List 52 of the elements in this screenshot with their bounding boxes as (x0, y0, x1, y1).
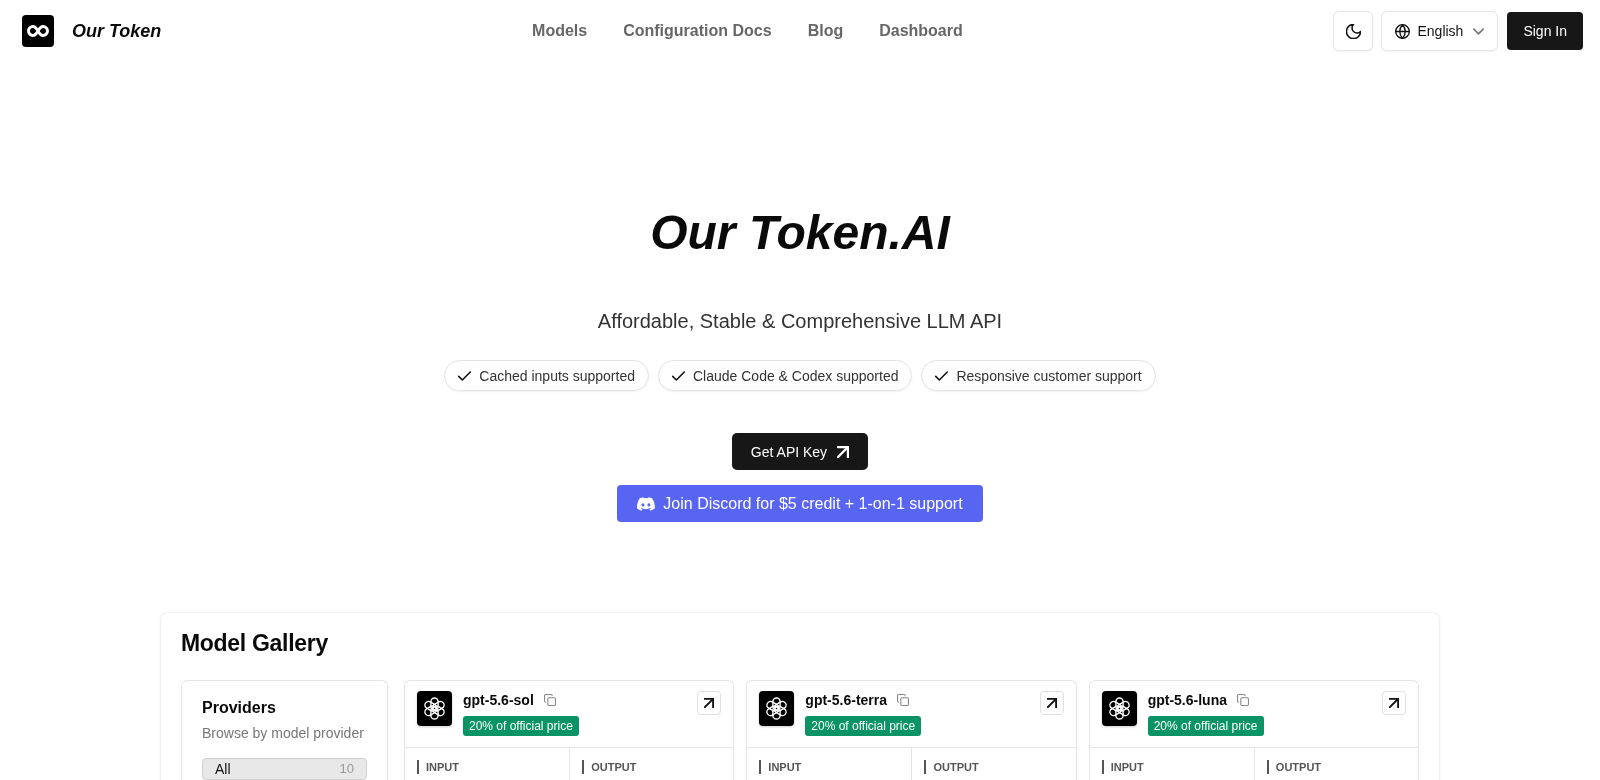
provider-item[interactable]: All 10 (202, 758, 367, 780)
discord-logo-icon (637, 496, 656, 511)
price-label: OUTPUT (1266, 760, 1322, 774)
check-icon (458, 370, 472, 381)
hero-subtitle: Affordable, Stable & Comprehensive LLM API (597, 309, 1003, 334)
nav-link[interactable]: Models (532, 22, 588, 40)
arrow-up-right-icon (704, 698, 715, 708)
language-select[interactable]: English (1381, 11, 1499, 51)
arrow-up-right-icon (1046, 698, 1057, 708)
brand-name[interactable]: Our Token (72, 20, 162, 42)
open-model-button[interactable] (1382, 691, 1406, 715)
price-label: OUTPUT (924, 760, 979, 774)
open-model-button[interactable] (697, 691, 722, 715)
model-name: gpt-5.6-sol (463, 691, 534, 709)
open-model-button[interactable] (1039, 691, 1064, 715)
price-label: INPUT (759, 760, 802, 774)
copy-icon[interactable] (1237, 694, 1249, 706)
copy-icon[interactable] (897, 694, 909, 706)
providers-subtitle: Browse by model provider (202, 724, 365, 743)
sign-in-button[interactable]: Sign In (1507, 12, 1583, 50)
nav-link[interactable]: Dashboard (879, 22, 963, 40)
gallery-title: Model Gallery (181, 629, 329, 658)
get-api-key-button[interactable]: Get API Key (731, 433, 869, 470)
globe-icon (1395, 23, 1411, 39)
feature-text: Claude Code & Codex supported (693, 367, 899, 384)
nav-link[interactable]: Configuration Docs (623, 22, 772, 40)
discount-badge: 20% of official price (805, 716, 922, 736)
discount-badge: 20% of official price (1147, 716, 1264, 736)
theme-toggle-button[interactable] (1333, 11, 1374, 51)
infinity-logo-icon[interactable] (22, 15, 54, 47)
model-logo-icon (417, 691, 452, 726)
check-icon (672, 370, 685, 381)
discount-badge: 20% of official price (463, 716, 579, 736)
nav-link[interactable]: Blog (807, 22, 844, 40)
feature-text: Responsive customer support (956, 367, 1142, 384)
hero-title: Our Token.AI (650, 205, 950, 261)
arrow-up-right-icon (1389, 698, 1399, 708)
model-logo-icon (1101, 691, 1137, 726)
price-label: OUTPUT (582, 760, 637, 774)
price-label: INPUT (1101, 760, 1144, 774)
arrow-up-right-icon (837, 445, 850, 458)
moon-icon (1345, 23, 1361, 39)
model-logo-icon (759, 691, 795, 726)
copy-icon[interactable] (543, 694, 556, 706)
discord-button[interactable]: Join Discord for $5 credit + 1-on-1 support (617, 485, 983, 522)
check-icon (935, 370, 949, 381)
model-name: gpt-5.6-luna (1147, 691, 1227, 709)
providers-title: Providers (202, 698, 277, 718)
feature-text: Cached inputs supported (479, 367, 635, 384)
price-label: INPUT (417, 760, 459, 774)
model-name: gpt-5.6-terra (805, 691, 887, 709)
chevron-down-icon (1473, 27, 1485, 35)
